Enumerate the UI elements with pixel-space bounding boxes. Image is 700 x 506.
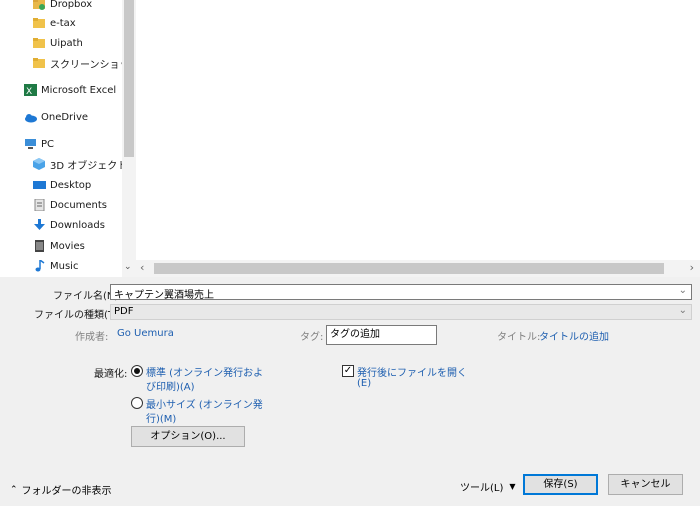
nav-item-label: Downloads [50, 219, 105, 231]
tags-value: タグの追加 [330, 329, 380, 340]
nav-item-uipath[interactable]: Uipath [33, 33, 83, 53]
tools-dropdown[interactable]: ツール(L) ▼ [460, 479, 516, 494]
nav-item-label: PC [41, 138, 55, 150]
svg-text:X: X [26, 87, 32, 96]
movies-icon [33, 240, 46, 252]
nav-item-dropbox[interactable]: Dropbox 📌 [33, 0, 152, 14]
onedrive-cloud-icon [24, 111, 37, 123]
music-icon [33, 259, 46, 272]
title-label: タイトル: [497, 332, 541, 343]
nav-item-pc[interactable]: PC [24, 134, 54, 154]
folder-icon [33, 17, 46, 29]
author-link[interactable]: Go Uemura [117, 328, 174, 339]
hide-folders-label: フォルダーの非表示 [21, 486, 112, 497]
nav-item-3d-objects[interactable]: 3D オブジェクト [33, 154, 127, 174]
filename-input[interactable]: キャプテン翼酒場売上 ⌄ [110, 284, 692, 300]
nav-item-label: Uipath [50, 37, 83, 49]
scroll-down-icon[interactable]: ⌄ [124, 262, 132, 272]
desktop-icon [33, 179, 46, 191]
excel-icon: X [24, 84, 37, 97]
filetype-select[interactable]: PDF ⌄ [110, 304, 692, 320]
chevron-down-icon[interactable]: ⌄ [679, 305, 687, 316]
nav-item-label: Movies [50, 240, 85, 252]
file-list[interactable] [136, 0, 700, 277]
dropdown-arrow-icon: ▼ [509, 482, 516, 491]
navigation-pane: Dropbox 📌 e-tax Uipath スクリーンショット X Micro… [0, 0, 152, 277]
nav-item-music[interactable]: Music [33, 256, 78, 276]
nav-item-label: OneDrive [41, 111, 89, 123]
open-after-line2[interactable]: (E) [357, 378, 371, 389]
scroll-left-icon[interactable]: ‹ [140, 261, 144, 274]
dropbox-folder-icon [33, 0, 46, 10]
open-after-publish-checkbox[interactable]: ✓ [342, 365, 354, 377]
nav-item-label: Microsoft Excel [41, 84, 117, 96]
3d-objects-icon [33, 158, 46, 170]
pc-icon [24, 138, 37, 150]
downloads-icon [33, 219, 46, 231]
nav-item-label: Dropbox [50, 0, 93, 10]
standard-option-line1[interactable]: 標準 (オンライン発行およ [146, 364, 263, 379]
optimize-label: 最適化: [94, 369, 128, 380]
nav-item-label: e-tax [50, 17, 76, 29]
nav-item-microsoft-excel[interactable]: X Microsoft Excel [24, 80, 116, 100]
radio-standard[interactable] [131, 365, 143, 377]
minimum-option-line2[interactable]: 行)(M) [146, 410, 176, 425]
documents-icon [33, 198, 46, 212]
nav-item-label: Music [50, 260, 79, 272]
nav-item-e-tax[interactable]: e-tax [33, 13, 76, 33]
tags-input[interactable]: タグの追加 [326, 325, 437, 345]
scroll-right-icon[interactable]: › [690, 261, 694, 274]
nav-item-label: Documents [50, 199, 108, 211]
tools-label: ツール(L) [460, 483, 504, 494]
nav-item-desktop[interactable]: Desktop [33, 175, 91, 195]
nav-item-label: Desktop [50, 179, 92, 191]
hide-folders-toggle[interactable]: ⌃ フォルダーの非表示 [10, 482, 112, 498]
filename-value: キャプテン翼酒場売上 [114, 290, 214, 300]
folder-icon [33, 37, 46, 49]
standard-option-line2[interactable]: び印刷)(A) [146, 378, 195, 393]
author-label: 作成者: [75, 332, 109, 343]
chevron-up-icon: ⌃ [10, 484, 18, 495]
horizontal-scrollbar-thumb[interactable] [154, 263, 664, 274]
cancel-button[interactable]: キャンセル [608, 474, 683, 495]
nav-item-movies[interactable]: Movies [33, 236, 85, 256]
tags-label: タグ: [300, 332, 324, 343]
filetype-label: ファイルの種類(T): [34, 310, 122, 321]
chevron-down-icon[interactable]: ⌄ [679, 285, 687, 296]
nav-scrollbar-thumb[interactable] [124, 0, 134, 157]
nav-scrollbar[interactable]: ⌄ [122, 0, 136, 277]
nav-item-documents[interactable]: Documents [33, 195, 107, 215]
nav-item-label: 3D オブジェクト [50, 160, 128, 172]
save-button[interactable]: 保存(S) [523, 474, 598, 495]
open-after-line1[interactable]: 発行後にファイルを開く [357, 364, 467, 379]
title-link[interactable]: タイトルの追加 [539, 328, 609, 343]
horizontal-scrollbar[interactable]: ‹ › [136, 260, 700, 277]
nav-item-downloads[interactable]: Downloads [33, 215, 105, 235]
radio-minimum-size[interactable] [131, 397, 143, 409]
nav-item-onedrive[interactable]: OneDrive [24, 107, 88, 127]
options-button[interactable]: オプション(O)... [131, 426, 245, 447]
minimum-option-line1[interactable]: 最小サイズ (オンライン発 [146, 396, 263, 411]
filetype-value: PDF [114, 306, 134, 317]
folder-icon [33, 57, 46, 69]
